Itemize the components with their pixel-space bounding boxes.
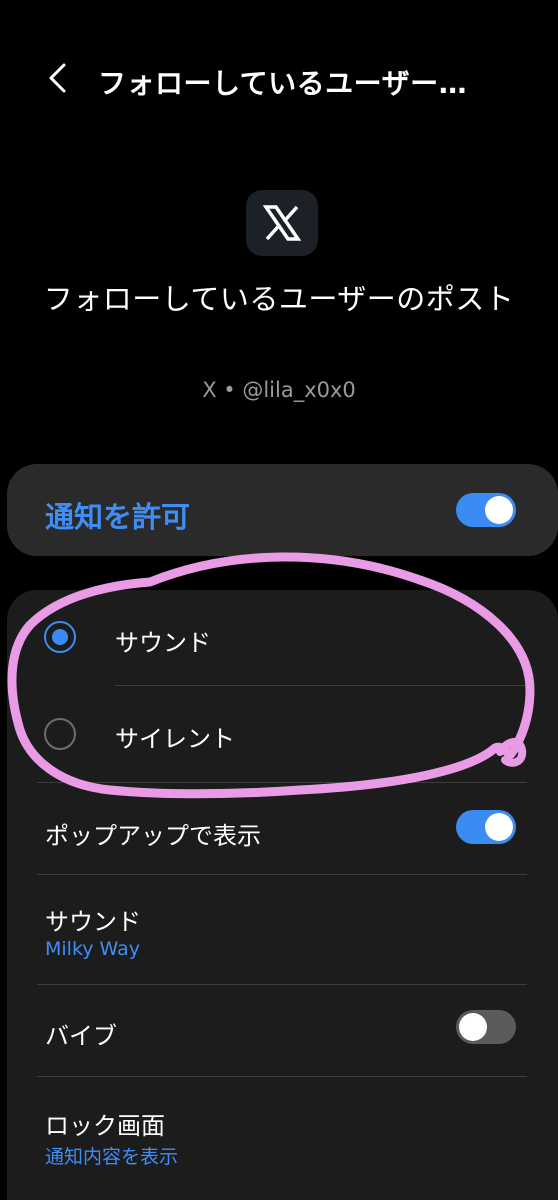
toggle-knob (485, 496, 513, 524)
notification-settings-screen: フォローしているユーザー… フォローしているユーザーのポスト X • @lila… (0, 0, 558, 1200)
allow-notifications-label: 通知を許可 (45, 500, 191, 534)
x-logo-icon (262, 205, 302, 241)
sound-value: Milky Way (45, 938, 141, 960)
alert-option-sound-label: サウンド (115, 629, 211, 657)
alert-option-silent[interactable]: サイレント (7, 686, 558, 782)
radio-dot (52, 629, 68, 645)
vibrate-row[interactable]: バイブ (7, 984, 558, 1076)
radio-silent[interactable] (44, 718, 76, 750)
sound-label: サウンド (45, 908, 141, 936)
lock-screen-value: 通知内容を表示 (45, 1146, 179, 1168)
allow-notifications-toggle[interactable] (456, 493, 516, 527)
app-icon (246, 190, 318, 256)
allow-notifications-card[interactable]: 通知を許可 (7, 464, 558, 556)
popup-row[interactable]: ポップアップで表示 (7, 782, 558, 874)
alert-option-silent-label: サイレント (115, 725, 235, 753)
toggle-knob (459, 1013, 487, 1041)
popup-toggle[interactable] (456, 810, 516, 844)
header: フォローしているユーザー… (0, 50, 558, 110)
chevron-left-icon (49, 63, 66, 93)
popup-label: ポップアップで表示 (45, 822, 261, 850)
toggle-knob (485, 813, 513, 841)
page-title: フォローしているユーザー… (98, 67, 468, 100)
vibrate-toggle[interactable] (456, 1010, 516, 1044)
app-account-subtitle: X • @lila_x0x0 (202, 378, 356, 402)
channel-title: フォローしているユーザーのポスト (43, 282, 515, 316)
back-button[interactable] (38, 58, 78, 98)
lock-screen-label: ロック画面 (45, 1112, 165, 1140)
lock-screen-row[interactable]: ロック画面 通知内容を表示 (7, 1076, 558, 1186)
radio-sound[interactable] (44, 621, 76, 653)
sound-row[interactable]: サウンド Milky Way (7, 874, 558, 984)
settings-card: サウンド サイレント ポップアップで表示 サウンド Milky Way バイブ (7, 590, 558, 1200)
vibrate-label: バイブ (45, 1022, 117, 1050)
alert-option-sound[interactable]: サウンド (7, 590, 558, 686)
